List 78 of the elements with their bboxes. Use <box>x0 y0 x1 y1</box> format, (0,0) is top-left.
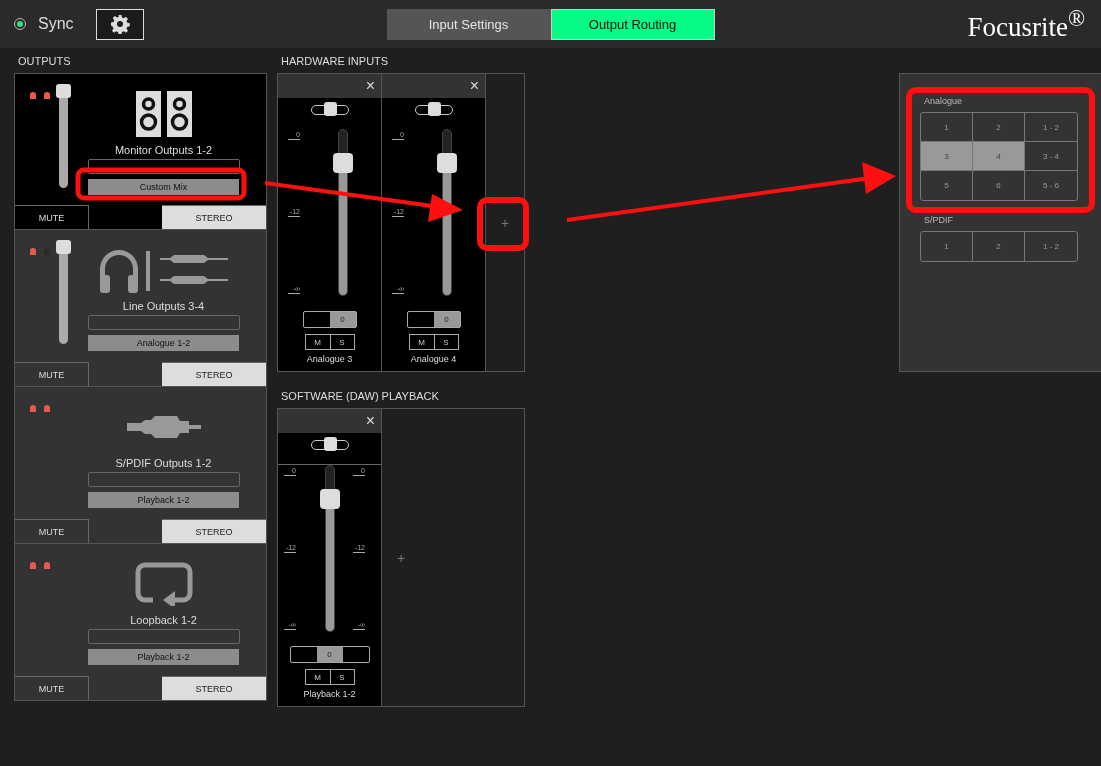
name-field[interactable] <box>87 159 240 174</box>
slider-thumb[interactable] <box>56 240 71 254</box>
mute-button[interactable]: MUTE <box>15 519 89 543</box>
pan-readout: 0 <box>289 646 370 663</box>
channel-option[interactable]: 1 - 2 <box>1025 113 1077 142</box>
tab[interactable]: Input Settings <box>386 8 551 40</box>
rca-plug-icon <box>126 416 201 438</box>
volume-slider[interactable] <box>56 84 71 188</box>
mute-button[interactable]: MUTE <box>15 362 89 386</box>
solo-button[interactable]: S <box>329 335 354 349</box>
tab[interactable]: Output Routing <box>550 8 715 40</box>
mute-button[interactable]: M <box>305 335 330 349</box>
group-title: Analogue <box>923 96 964 108</box>
fader-slider[interactable] <box>332 129 353 296</box>
volume-slider[interactable] <box>56 240 71 344</box>
fader-thumb[interactable] <box>319 488 340 509</box>
channel-option[interactable]: 4 <box>973 142 1025 171</box>
stereo-button[interactable]: STEREO <box>162 676 266 700</box>
add-button[interactable]: + <box>391 547 411 568</box>
stereo-button[interactable]: STEREO <box>162 519 266 543</box>
pan-thumb[interactable] <box>427 102 441 116</box>
pan-readout: 0 <box>302 311 357 328</box>
channel-option[interactable]: 2 <box>973 232 1025 261</box>
stereo-button[interactable]: STEREO <box>162 205 266 229</box>
solo-button[interactable]: S <box>433 335 458 349</box>
name-field[interactable] <box>87 629 240 644</box>
output-name: Line Outputs 3-4 <box>122 300 205 312</box>
channel-option[interactable]: 3 - 4 <box>1025 142 1077 171</box>
fader-slider[interactable] <box>319 465 340 632</box>
close-button[interactable]: × <box>463 77 485 95</box>
channel-option[interactable]: 5 - 6 <box>1025 171 1077 200</box>
logo: Focusrite$^{®}$ <box>967 5 1085 43</box>
source-button[interactable]: Playback 1-2 <box>88 649 239 665</box>
stereo-button[interactable]: STEREO <box>162 362 266 386</box>
pan-thumb[interactable] <box>323 437 337 451</box>
section-title: SOFTWARE (DAW) PLAYBACK <box>280 389 440 404</box>
pan-thumb[interactable] <box>323 102 337 116</box>
channel-name: Playback 1-2 <box>303 689 356 699</box>
output-card[interactable]: S/PDIF Outputs 1-2 Playback 1-2 MUTE STEREO <box>14 387 267 544</box>
source-button[interactable]: Playback 1-2 <box>88 492 239 508</box>
mute-button[interactable]: MUTE <box>15 205 89 229</box>
settings-icon <box>109 14 130 34</box>
channel-option[interactable]: 3 <box>921 142 973 171</box>
output-name: S/PDIF Outputs 1-2 <box>115 457 212 469</box>
source-button[interactable]: Custom Mix <box>88 179 239 195</box>
close-button[interactable]: × <box>359 412 381 430</box>
channel-option[interactable]: 1 - 2 <box>1025 232 1077 261</box>
channel-name: Analogue 3 <box>306 354 353 364</box>
output-card[interactable]: Monitor Outputs 1-2 Custom Mix MUTE STEREO <box>14 73 267 230</box>
group-title: S/PDIF <box>923 215 954 227</box>
close-button[interactable]: × <box>359 77 381 95</box>
output-card[interactable]: Loopback 1-2 Playback 1-2 MUTE STEREO <box>14 544 267 701</box>
sync-label: Sync <box>38 15 74 33</box>
pan-readout: 0 <box>406 311 461 328</box>
speakers-icon <box>135 91 192 137</box>
channel-option[interactable]: 5 <box>921 171 973 200</box>
name-field[interactable] <box>87 472 240 487</box>
highlight-frame <box>477 197 529 251</box>
channel-option[interactable]: 6 <box>973 171 1025 200</box>
output-name: Loopback 1-2 <box>130 614 197 626</box>
name-field[interactable] <box>87 315 240 330</box>
add-button[interactable]: + <box>495 212 515 233</box>
mute-button[interactable]: MUTE <box>15 676 89 700</box>
solo-button[interactable]: S <box>329 670 354 684</box>
channel-name: Analogue 4 <box>410 354 457 364</box>
mute-button[interactable]: M <box>305 670 330 684</box>
loop-arrow-icon <box>134 562 193 606</box>
mute-button[interactable]: M <box>409 335 434 349</box>
settings-button[interactable] <box>95 8 144 40</box>
fader-thumb[interactable] <box>332 152 353 173</box>
fader-thumb[interactable] <box>436 152 457 173</box>
output-name: Monitor Outputs 1-2 <box>114 144 213 156</box>
section-title: HARDWARE INPUTS <box>280 54 390 69</box>
output-card[interactable]: Line Outputs 3-4 Analogue 1-2 MUTE STEREO <box>14 230 267 387</box>
slider-thumb[interactable] <box>56 84 71 98</box>
channel-option[interactable]: 1 <box>921 232 973 261</box>
source-button[interactable]: Analogue 1-2 <box>88 335 239 351</box>
section-title: OUTPUTS <box>17 54 72 69</box>
